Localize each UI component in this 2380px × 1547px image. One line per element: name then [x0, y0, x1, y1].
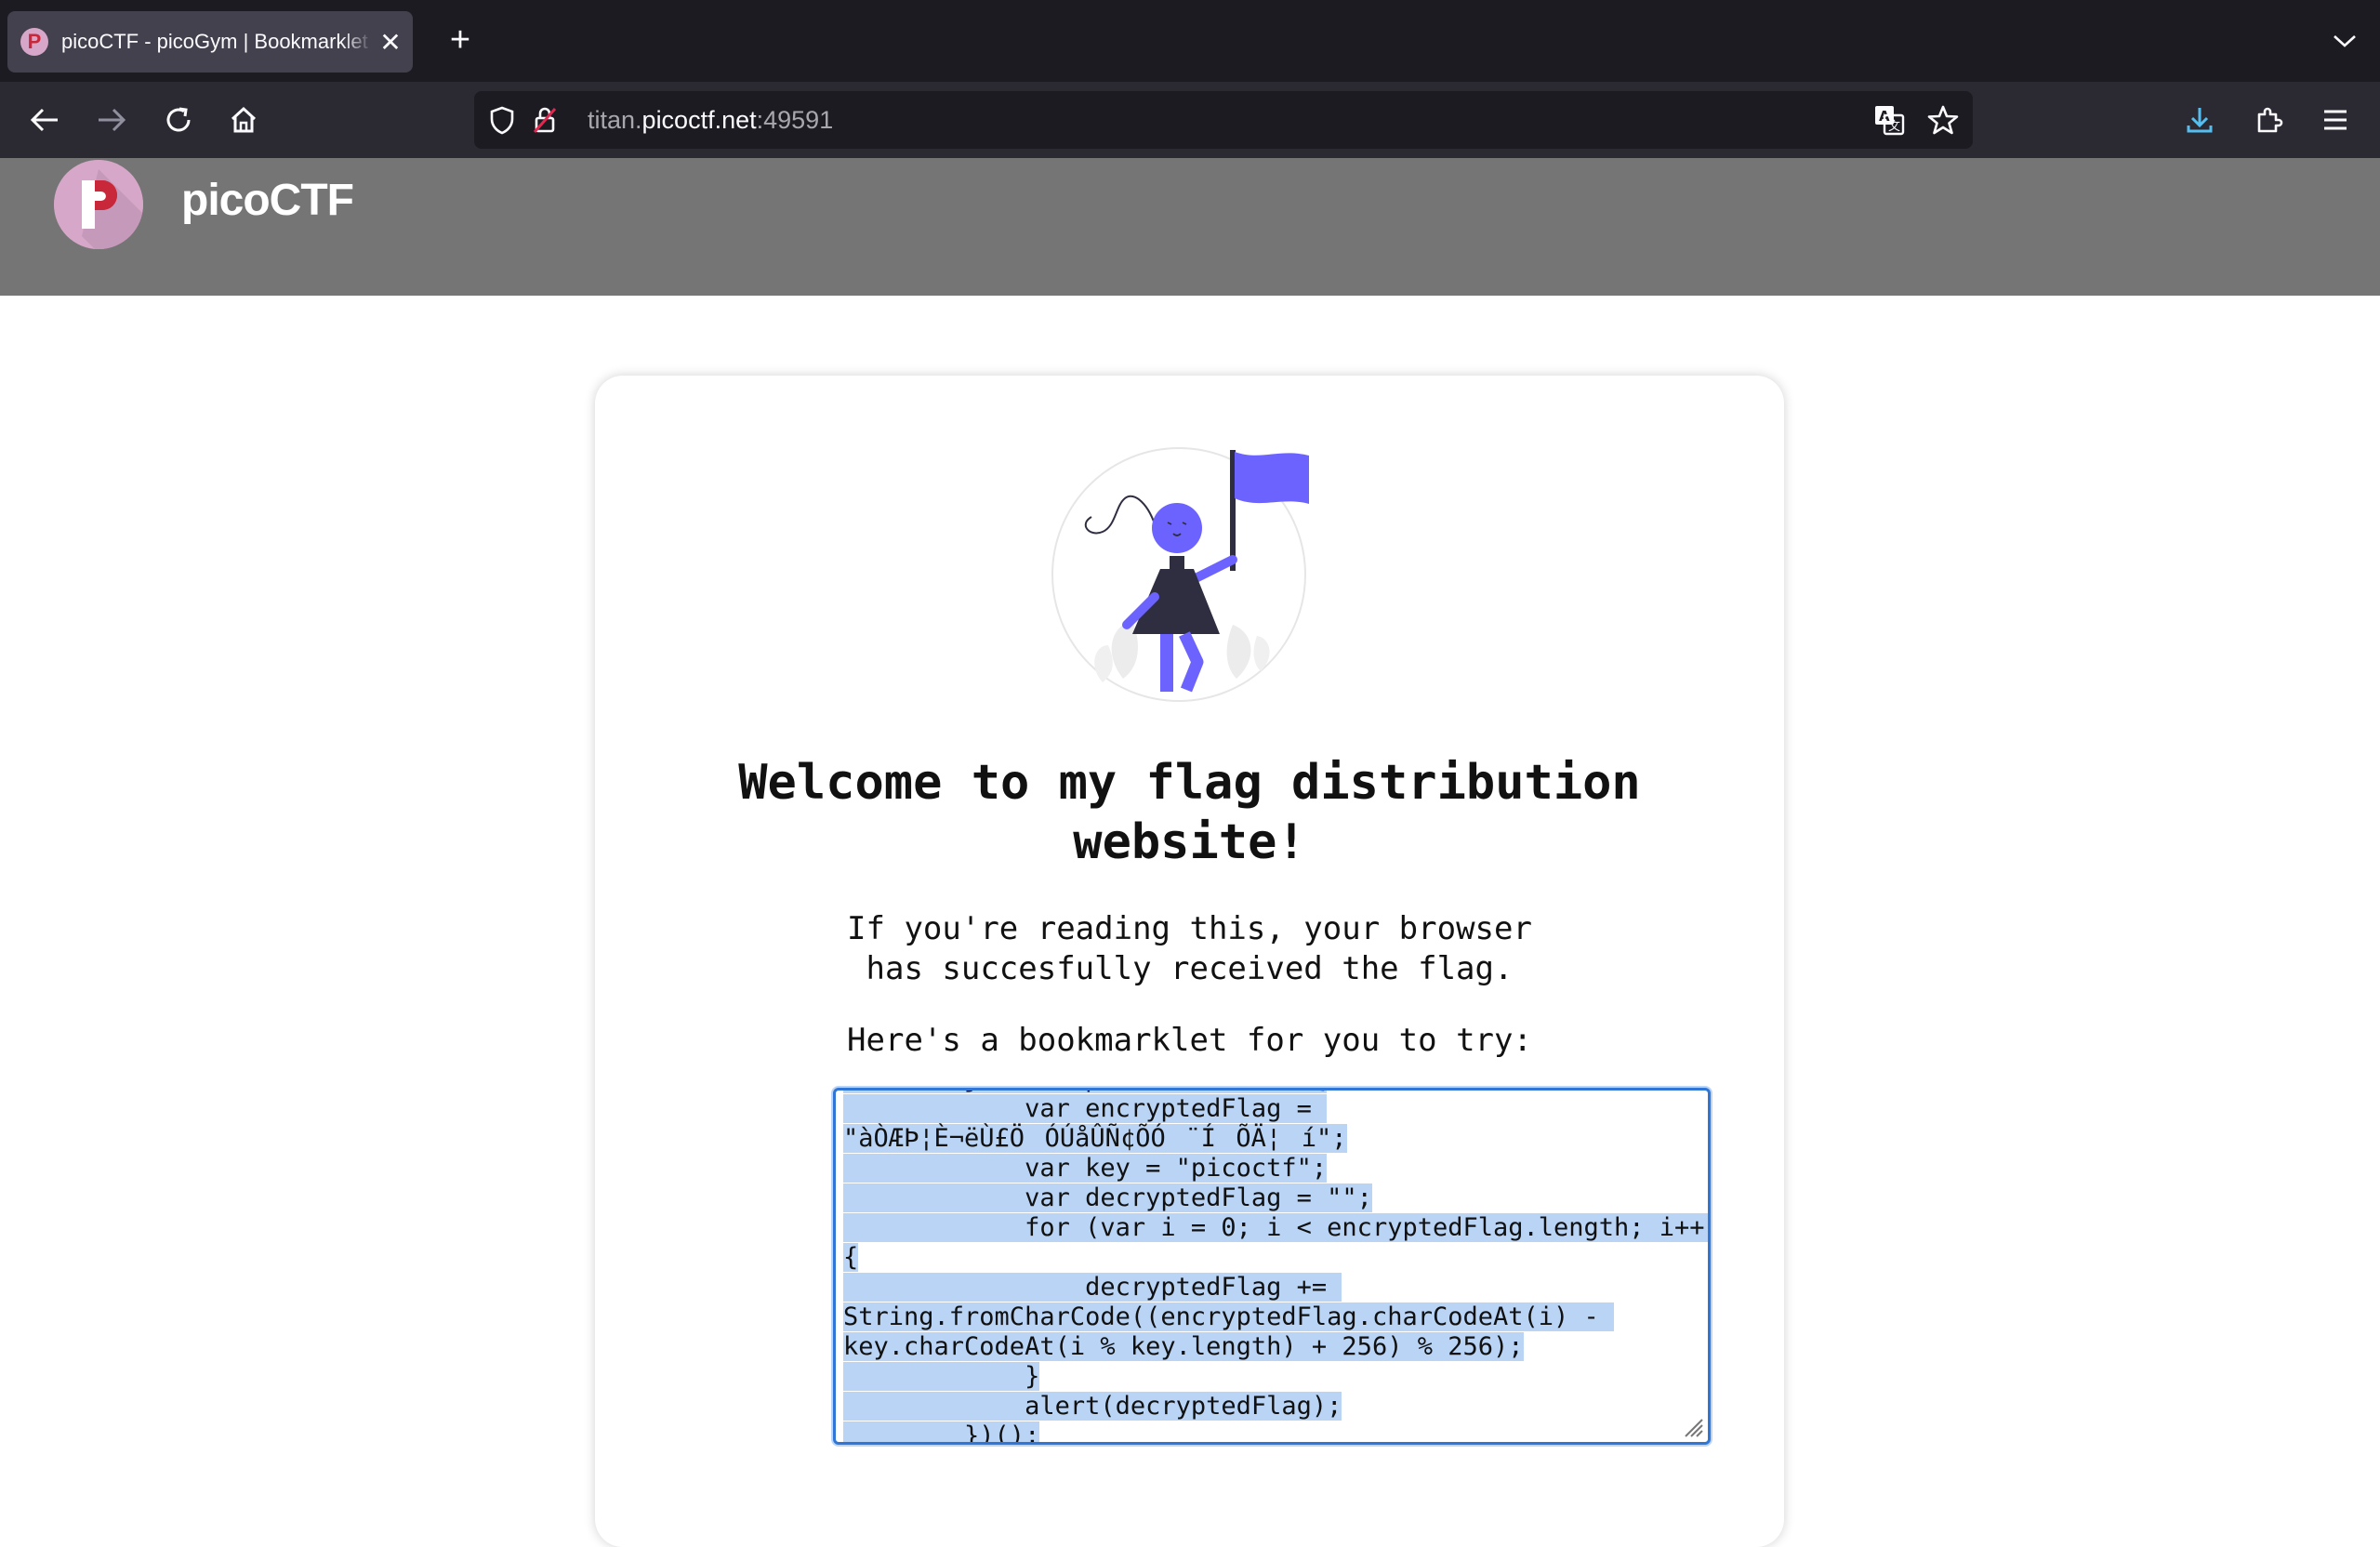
- url-text[interactable]: titan.picoctf.net:49591: [588, 91, 833, 149]
- code-line[interactable]: "àÒÆÞ¦È¬ëÙ£ÖÓÚåÛÑ¢ÕÓ¨ÍÕÄ¦í";: [843, 1124, 1347, 1153]
- back-icon[interactable]: [22, 98, 67, 142]
- resize-handle-icon[interactable]: [1682, 1416, 1704, 1438]
- welcome-heading: Welcome to my flag distribution website!: [595, 753, 1784, 872]
- tab-list-icon[interactable]: [2324, 20, 2365, 61]
- download-icon[interactable]: [2177, 98, 2222, 142]
- extensions-icon[interactable]: [2246, 98, 2291, 142]
- new-tab-icon[interactable]: +: [437, 17, 483, 63]
- info-paragraph: If you're reading this, your browser has…: [595, 909, 1784, 989]
- heading-line-2: website!: [1073, 814, 1306, 870]
- lock-icon[interactable]: [522, 98, 567, 142]
- code-line[interactable]: alert(decryptedFlag);: [843, 1392, 1342, 1421]
- home-icon[interactable]: [221, 98, 266, 142]
- paragraph-line-1: If you're reading this, your browser: [847, 910, 1532, 947]
- tab-title: picoCTF - picoGym | Bookmarklet: [61, 30, 368, 53]
- paragraph-line-2: has succesfully received the flag.: [866, 950, 1514, 987]
- menu-icon[interactable]: [2313, 98, 2358, 142]
- url-bar[interactable]: titan.picoctf.net:49591 A文: [474, 91, 1973, 149]
- code-line[interactable]: var decryptedFlag = "";: [843, 1183, 1372, 1212]
- flag-girl-illustration: [1051, 447, 1309, 702]
- code-line[interactable]: })();: [843, 1421, 1040, 1442]
- code-line[interactable]: decryptedFlag +=: [843, 1273, 1342, 1302]
- code-line[interactable]: String.fromCharCode((encryptedFlag.charC…: [843, 1302, 1615, 1331]
- bookmarklet-textarea[interactable]: javascript:(function() { var encryptedFl…: [833, 1088, 1711, 1445]
- code-line[interactable]: javascript:(function() {: [843, 1091, 1328, 1093]
- reload-icon[interactable]: [156, 98, 201, 142]
- star-icon[interactable]: [1921, 98, 1965, 142]
- favicon-icon: P: [20, 28, 48, 56]
- forward-icon[interactable]: [89, 98, 134, 142]
- svg-text:文: 文: [1888, 120, 1900, 134]
- site-header: picoCTF: [0, 158, 2380, 296]
- browser-tab-bar: P picoCTF - picoGym | Bookmarklet ✕ +: [0, 0, 2380, 82]
- close-icon[interactable]: ✕: [377, 27, 404, 58]
- translate-icon[interactable]: A文: [1867, 98, 1911, 142]
- picoctf-logo-icon[interactable]: [54, 160, 143, 249]
- code-line[interactable]: key.charCodeAt(i % key.length) + 256) % …: [843, 1332, 1524, 1361]
- browser-nav-bar: titan.picoctf.net:49591 A文: [0, 82, 2380, 158]
- code-line[interactable]: }: [843, 1362, 1040, 1391]
- bookmarklet-intro: Here's a bookmarklet for you to try:: [847, 1022, 1532, 1059]
- heading-line-1: Welcome to my flag distribution: [738, 755, 1641, 811]
- code-line[interactable]: var encryptedFlag =: [843, 1094, 1328, 1123]
- site-title[interactable]: picoCTF: [181, 175, 354, 226]
- shield-icon[interactable]: [480, 98, 524, 142]
- code-line[interactable]: for (var i = 0; i < encryptedFlag.length…: [843, 1213, 1708, 1242]
- content-card: Welcome to my flag distribution website!…: [595, 376, 1784, 1547]
- code-line[interactable]: var key = "picoctf";: [843, 1154, 1328, 1183]
- code-line[interactable]: {: [843, 1243, 859, 1272]
- bookmarklet-code[interactable]: javascript:(function() { var encryptedFl…: [843, 1091, 1708, 1442]
- browser-tab[interactable]: P picoCTF - picoGym | Bookmarklet ✕: [7, 11, 413, 73]
